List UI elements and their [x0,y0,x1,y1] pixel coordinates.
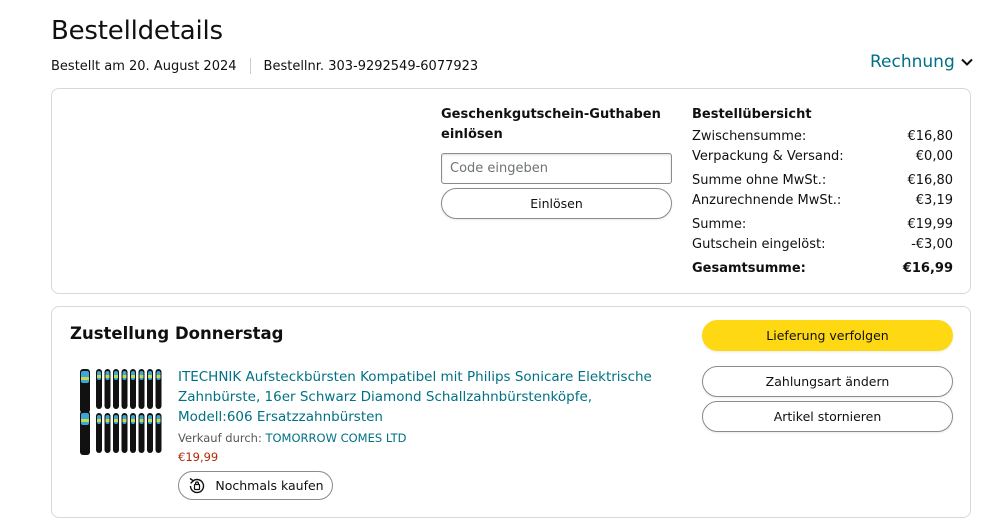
summary-row-total: Gesamtsumme: €16,99 [692,259,953,279]
summary-value: €16,80 [907,173,954,188]
summary-label: Zwischensumme: [692,129,807,144]
product-image[interactable] [78,367,166,459]
change-payment-button[interactable]: Zahlungsart ändern [702,366,953,397]
order-summary-title: Bestellübersicht [692,107,812,122]
summary-row-shipping: Verpackung & Versand: €0,00 [692,147,953,167]
toothbrush-heads-top [80,369,162,413]
seller-link[interactable]: TOMORROW COMES LTD [265,431,406,445]
total-label: Gesamtsumme: [692,261,806,276]
order-date: Bestellt am 20. August 2024 [51,58,237,74]
summary-row-subtotal: Zwischensumme: €16,80 [692,127,953,147]
summary-row-net: Summe ohne MwSt.: €16,80 [692,171,953,191]
product-info: ITECHNIK Aufsteckbürsten Kompatibel mit … [178,367,668,500]
buy-again-label: Nochmals kaufen [215,478,324,493]
total-value: €16,99 [902,261,953,276]
buy-again-button[interactable]: Nochmals kaufen [178,471,333,500]
delivery-title: Zustellung Donnerstag [70,324,284,343]
seller-info: Verkauf durch: TOMORROW COMES LTD [178,429,668,447]
gift-card-title: Geschenkgutschein-Guthaben einlösen [441,107,661,142]
product-title-link[interactable]: ITECHNIK Aufsteckbürsten Kompatibel mit … [178,367,668,427]
summary-value: €3,19 [915,193,953,208]
summary-value: €16,80 [907,129,954,144]
chevron-down-icon [961,58,973,66]
product-price: €19,99 [178,450,219,464]
summary-row-sum: Summe: €19,99 [692,215,953,235]
gift-code-input[interactable] [441,153,672,184]
delivery-actions: Lieferung verfolgen Zahlungsart ändern A… [702,320,953,432]
order-number: Bestellnr. 303-9292549-6077923 [263,58,479,74]
gift-card-section: Geschenkgutschein-Guthaben einlösen Einl… [441,105,673,219]
track-delivery-button[interactable]: Lieferung verfolgen [702,320,953,351]
summary-value: €19,99 [907,217,954,232]
summary-label: Summe: [692,217,747,232]
summary-row-vat: Anzurechnende MwSt.: €3,19 [692,191,953,211]
order-summary-card: Geschenkgutschein-Guthaben einlösen Einl… [51,88,971,294]
redeem-button[interactable]: Einlösen [441,188,672,219]
invoice-dropdown[interactable]: Rechnung [870,52,973,72]
order-meta: Bestellt am 20. August 2024 Bestellnr. 3… [51,58,478,74]
toothbrush-heads-bottom [80,411,162,455]
delivery-card: Zustellung Donnerstag ITECHNIK Aufsteckb… [51,306,971,518]
summary-label: Verpackung & Versand: [692,149,844,164]
summary-row-voucher: Gutschein eingelöst: -€3,00 [692,235,953,255]
summary-label: Anzurechnende MwSt.: [692,193,842,208]
order-summary: Bestellübersicht Zwischensumme: €16,80 V… [692,105,953,279]
seller-prefix: Verkauf durch: [178,431,262,445]
summary-value: -€3,00 [911,237,953,252]
meta-divider [249,58,251,74]
summary-label: Gutschein eingelöst: [692,237,826,252]
reorder-icon [189,477,205,493]
summary-value: €0,00 [915,149,953,164]
invoice-label: Rechnung [870,52,955,72]
page-title: Bestelldetails [51,16,223,46]
cancel-item-button[interactable]: Artikel stornieren [702,401,953,432]
summary-label: Summe ohne MwSt.: [692,173,827,188]
